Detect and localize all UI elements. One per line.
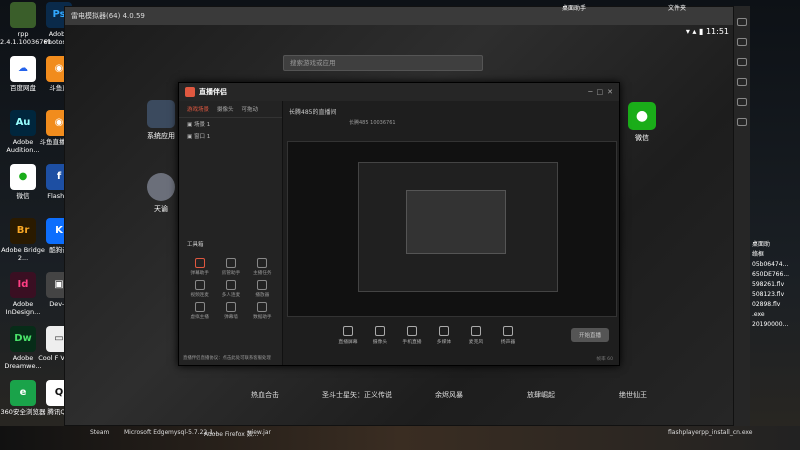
wechat-icon[interactable]: ● 微信 <box>622 102 662 143</box>
task-item[interactable]: flashplayerpp_install_cn.exe <box>668 429 752 436</box>
game-item[interactable]: 放肆崛起 <box>501 390 581 400</box>
minimize-icon[interactable]: ─ <box>588 88 592 96</box>
file-item[interactable]: 598261.flv <box>752 280 800 290</box>
tool-item[interactable]: 视频连麦 <box>185 280 214 298</box>
tool-item[interactable]: 主播任务 <box>248 258 277 276</box>
desktop-top-labels: 桌面助手 文件夹 <box>562 5 686 12</box>
control-screen[interactable]: 直播屏幕 <box>337 325 359 345</box>
app-name: 直播伴侣 <box>199 88 227 96</box>
task-item[interactable]: Steam <box>90 429 109 436</box>
game-item[interactable]: 余烬风暴 <box>409 390 489 400</box>
control-speaker[interactable]: 扬声器 <box>497 325 519 345</box>
file-item[interactable]: 20190000... <box>752 320 800 330</box>
tool-item[interactable]: 弹幕墙 <box>216 302 245 320</box>
android-status-bar: ▾ ▴ ▮ 11:51 <box>685 27 729 36</box>
control-mobile[interactable]: 手机直播 <box>401 325 423 345</box>
desktop-bottom-strip: Steam Microsoft Edge mysql-5.7.22-1... A… <box>0 426 800 450</box>
sidebar-keyboard-icon[interactable] <box>737 18 747 26</box>
toolbox-title: 工具箱 <box>187 242 204 248</box>
tianyu-icon[interactable]: 天谕 <box>141 173 181 214</box>
start-live-button[interactable]: 开始直播 <box>570 328 609 342</box>
scene-tabs: 游戏场景 摄像头 可拖动 <box>179 101 282 118</box>
tab-game[interactable]: 游戏场景 <box>187 105 209 113</box>
sys-apps-icon[interactable]: 系统应用 <box>141 100 181 141</box>
tool-item[interactable]: 弹幕助手 <box>185 258 214 276</box>
notice-bar[interactable]: 直播伴侣直播协议：点击此处可联系客服处理 <box>183 355 303 361</box>
control-camera[interactable]: 摄像头 <box>369 325 391 345</box>
scene-item[interactable]: ▣ 窗口 1 <box>179 130 282 142</box>
tool-item[interactable]: 虚拟主播 <box>185 302 214 320</box>
file-item[interactable]: 05b06474... <box>752 260 800 270</box>
scene-item[interactable]: ▣ 场景 1 <box>179 118 282 130</box>
game-item[interactable]: 绝世仙王 <box>593 390 673 400</box>
game-list: 热血合击 圣斗士星矢：正义传说 余烬风暴 放肆崛起 绝世仙王 <box>225 365 685 435</box>
stream-preview <box>287 141 617 317</box>
sidebar-apk-icon[interactable] <box>737 78 747 86</box>
sidebar-screenshot-icon[interactable] <box>737 58 747 66</box>
app-header: 直播伴侣 ─ □ ✕ <box>179 83 619 101</box>
tool-item[interactable]: 数据助手 <box>248 302 277 320</box>
maximize-icon[interactable]: □ <box>597 88 604 96</box>
fps-label: 帧率 60 <box>596 357 614 362</box>
file-item[interactable]: .exe <box>752 310 800 320</box>
close-icon[interactable]: ✕ <box>607 88 613 96</box>
sidebar-more-icon[interactable] <box>737 118 747 126</box>
control-mic[interactable]: 麦克风 <box>465 325 487 345</box>
app-logo-icon <box>185 87 195 97</box>
search-input[interactable]: 搜索游戏或应用 <box>283 55 483 71</box>
file-item[interactable]: 02898.flv <box>752 300 800 310</box>
sidebar-shake-icon[interactable] <box>737 98 747 106</box>
scene-panel: 游戏场景 摄像头 可拖动 ▣ 场景 1 ▣ 窗口 1 工具箱 弹幕助手 房管助手… <box>179 101 283 365</box>
task-item[interactable]: view.jar <box>248 429 271 436</box>
tool-item[interactable]: 房管助手 <box>216 258 245 276</box>
toolbox: 工具箱 弹幕助手 房管助手 主播任务 视频连麦 多人连麦 播放器 虚拟主播 弹幕… <box>179 236 283 326</box>
stream-app-window: 直播伴侣 ─ □ ✕ 游戏场景 摄像头 可拖动 ▣ 场景 1 ▣ 窗口 1 工具… <box>178 82 620 366</box>
stream-title: 长腾485的直播间 <box>289 109 337 116</box>
game-item[interactable]: 热血合击 <box>225 390 305 400</box>
emulator-sidebar <box>734 6 750 426</box>
tab-draggable[interactable]: 可拖动 <box>242 105 259 113</box>
tab-camera[interactable]: 摄像头 <box>217 105 234 113</box>
sidebar-volume-icon[interactable] <box>737 38 747 46</box>
file-item[interactable]: 508123.flv <box>752 290 800 300</box>
tool-item[interactable]: 播放器 <box>248 280 277 298</box>
nested-preview-inner <box>406 190 506 254</box>
right-file-list: 桌面助 络框 05b06474... 650DE766... 598261.fl… <box>752 240 800 330</box>
game-item[interactable]: 圣斗士星矢：正义传说 <box>317 390 397 400</box>
file-item[interactable]: 络框 <box>752 250 800 260</box>
task-item[interactable]: Microsoft Edge <box>124 429 168 436</box>
control-media[interactable]: 多媒体 <box>433 325 455 345</box>
room-id: 长腾485 10036761 <box>349 120 396 126</box>
tool-item[interactable]: 多人连麦 <box>216 280 245 298</box>
desktop: rpp 2.4.1.10036761 Ps Adobe Photosho ☁ 百度网… <box>0 0 800 450</box>
file-item[interactable]: 桌面助 <box>752 240 800 250</box>
control-bar: 直播屏幕 摄像头 手机直播 多媒体 麦克风 扬声器 开始直播 <box>283 321 619 349</box>
file-item[interactable]: 650DE766... <box>752 270 800 280</box>
